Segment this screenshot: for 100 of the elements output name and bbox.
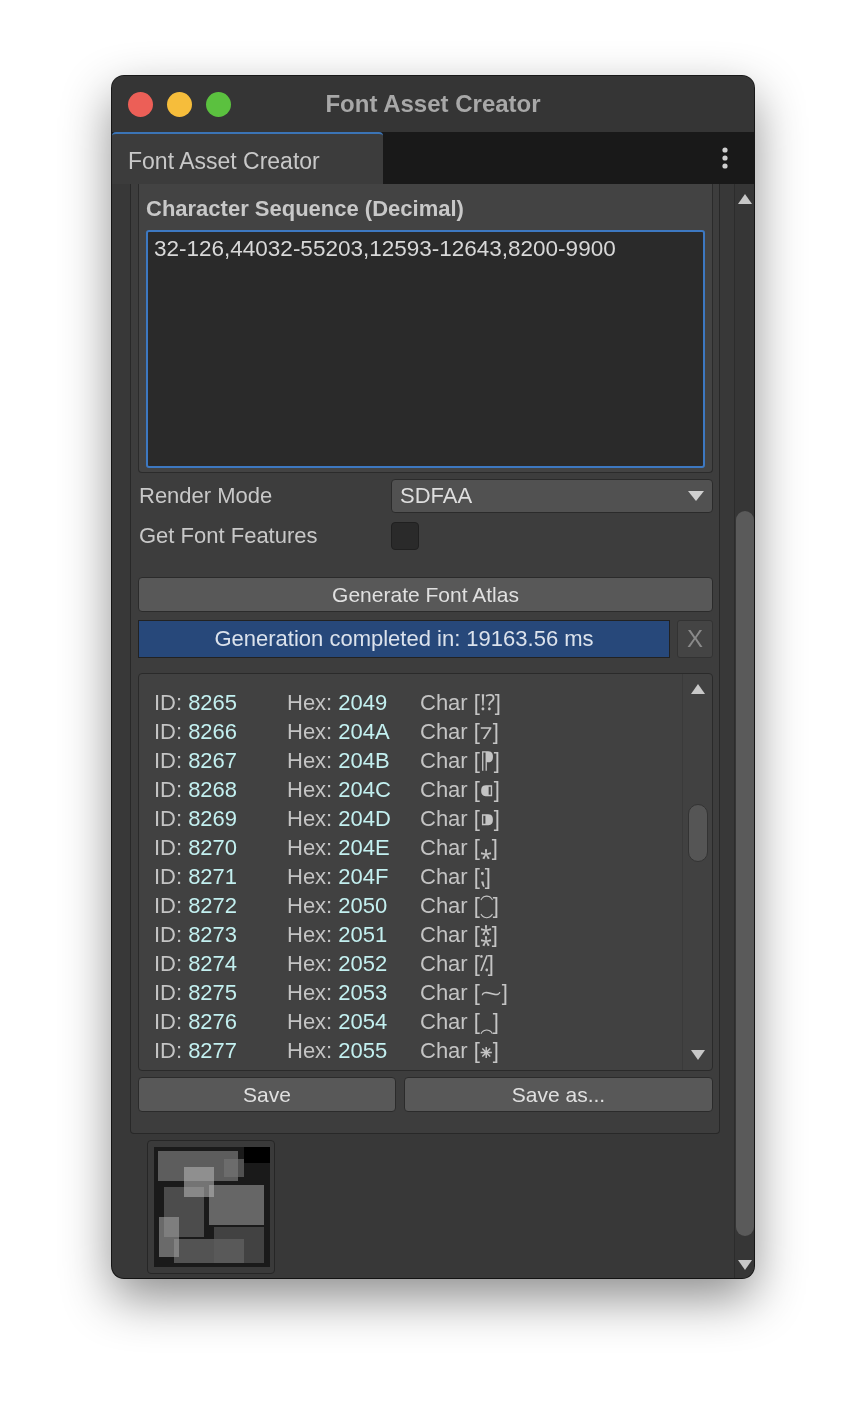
checkbox[interactable] [391,522,419,550]
char-label: Char [420,979,468,1007]
glyph-char: [⁊] [473,718,499,746]
glyph-char: [⁕] [473,1037,499,1065]
generate-button[interactable]: Generate Font Atlas [138,577,713,612]
char-label: Char [420,805,468,833]
hex-label: Hex: [287,1037,333,1065]
glyph-id: 8276 [188,1008,238,1036]
hex-code: 2050 [338,892,388,920]
glyph-char: [⁒] [473,950,494,978]
scroll-up-icon[interactable] [690,684,705,694]
glyph-char: [⁏] [473,863,491,891]
cancel-button[interactable]: X [677,620,713,658]
scrollbar[interactable] [734,184,754,1278]
window-title: Font Asset Creator [325,90,541,118]
glyph-id-label: ID: [154,950,183,978]
glyph-char: [⁋] [473,747,500,775]
hex-label: Hex: [287,921,333,949]
hex-label: Hex: [287,689,333,717]
glyph-char: [⁍] [473,805,500,833]
char-label: Char [420,1037,468,1065]
hex-code: 2053 [338,979,388,1007]
glyph-id: 8273 [188,921,238,949]
glyph-id: 8274 [188,950,238,978]
glyph-id-label: ID: [154,689,183,717]
hex-code: 2049 [338,689,388,717]
hex-label: Hex: [287,805,333,833]
close-button[interactable] [128,91,153,117]
glyph-id: 8268 [188,776,238,804]
char-label: Char [420,689,468,717]
glyph-id-label: ID: [154,834,183,862]
glyph-char: [⁎] [473,834,498,862]
glyph-id: 8277 [188,1037,238,1065]
render-mode-dropdown[interactable]: SDFAA [391,479,713,513]
scroll-down-icon[interactable] [690,1050,705,1060]
zoom-button[interactable] [206,91,231,117]
glyph-char: [⁓] [473,979,508,1007]
glyph-id-label: ID: [154,747,183,775]
glyph-char: [⁉] [473,689,501,717]
hex-code: 204E [338,834,390,862]
scroll-thumb[interactable] [687,804,708,862]
glyph-char: [⁐] [473,892,499,920]
hex-label: Hex: [287,950,333,978]
glyph-id: 8265 [188,689,238,717]
hex-code: 2054 [338,1008,388,1036]
field-label: Render Mode [138,483,274,509]
dropdown-arrow-icon [688,491,704,501]
char-label: Char [420,747,468,775]
glyph-id: 8275 [188,979,238,1007]
progress-text: Generation completed in: 19163.56 ms [213,625,595,653]
char-label: Char [420,892,468,920]
hex-code: 2055 [338,1037,388,1065]
hex-label: Hex: [287,718,333,746]
glyph-id: 8270 [188,834,238,862]
glyph-id-label: ID: [154,863,183,891]
char-label: Char [420,921,468,949]
hex-label: Hex: [287,863,333,891]
save-button[interactable]: Save [138,1077,396,1112]
save-as-button[interactable]: Save as... [404,1077,713,1112]
glyph-char: [⁑] [473,921,498,949]
glyph-id-label: ID: [154,776,183,804]
glyph-id: 8269 [188,805,238,833]
char-label: Char [420,863,468,891]
char-label: Char [420,776,468,804]
glyph-char: [⁌] [473,776,500,804]
field-label: Get Font Features [138,523,319,549]
tab[interactable]: Font Asset Creator [112,132,383,184]
glyph-id-label: ID: [154,979,183,1007]
hex-code: 204C [338,776,391,804]
character-sequence-field[interactable]: 32-126,44032-55203,12593-12643,8200-9900 [146,230,705,468]
hex-label: Hex: [287,747,333,775]
char-label: Char [420,950,468,978]
hex-code: 2051 [338,921,388,949]
glyph-id-label: ID: [154,1037,183,1065]
scroll-thumb[interactable] [735,511,754,1236]
glyph-id-label: ID: [154,805,183,833]
field-label: Character Sequence (Decimal) [146,196,465,222]
scroll-up-icon[interactable] [737,194,752,204]
glyph-id-label: ID: [154,892,183,920]
glyph-id-label: ID: [154,1008,183,1036]
char-label: Char [420,834,468,862]
glyph-id: 8266 [188,718,238,746]
scroll-down-icon[interactable] [737,1260,752,1270]
glyph-id: 8272 [188,892,238,920]
hex-label: Hex: [287,776,333,804]
glyph-char: [⁔] [473,1008,499,1036]
hex-label: Hex: [287,834,333,862]
char-label: Char [420,718,468,746]
hex-label: Hex: [287,892,333,920]
hex-code: 204F [338,863,389,891]
glyph-id-label: ID: [154,921,183,949]
minimize-button[interactable] [167,91,192,117]
hex-label: Hex: [287,1008,333,1036]
hex-code: 2052 [338,950,388,978]
hex-code: 204A [338,718,390,746]
char-label: Char [420,1008,468,1036]
hex-code: 204D [338,805,391,833]
glyph-id: 8271 [188,863,238,891]
glyph-id-label: ID: [154,718,183,746]
more-menu-icon[interactable] [722,147,728,169]
